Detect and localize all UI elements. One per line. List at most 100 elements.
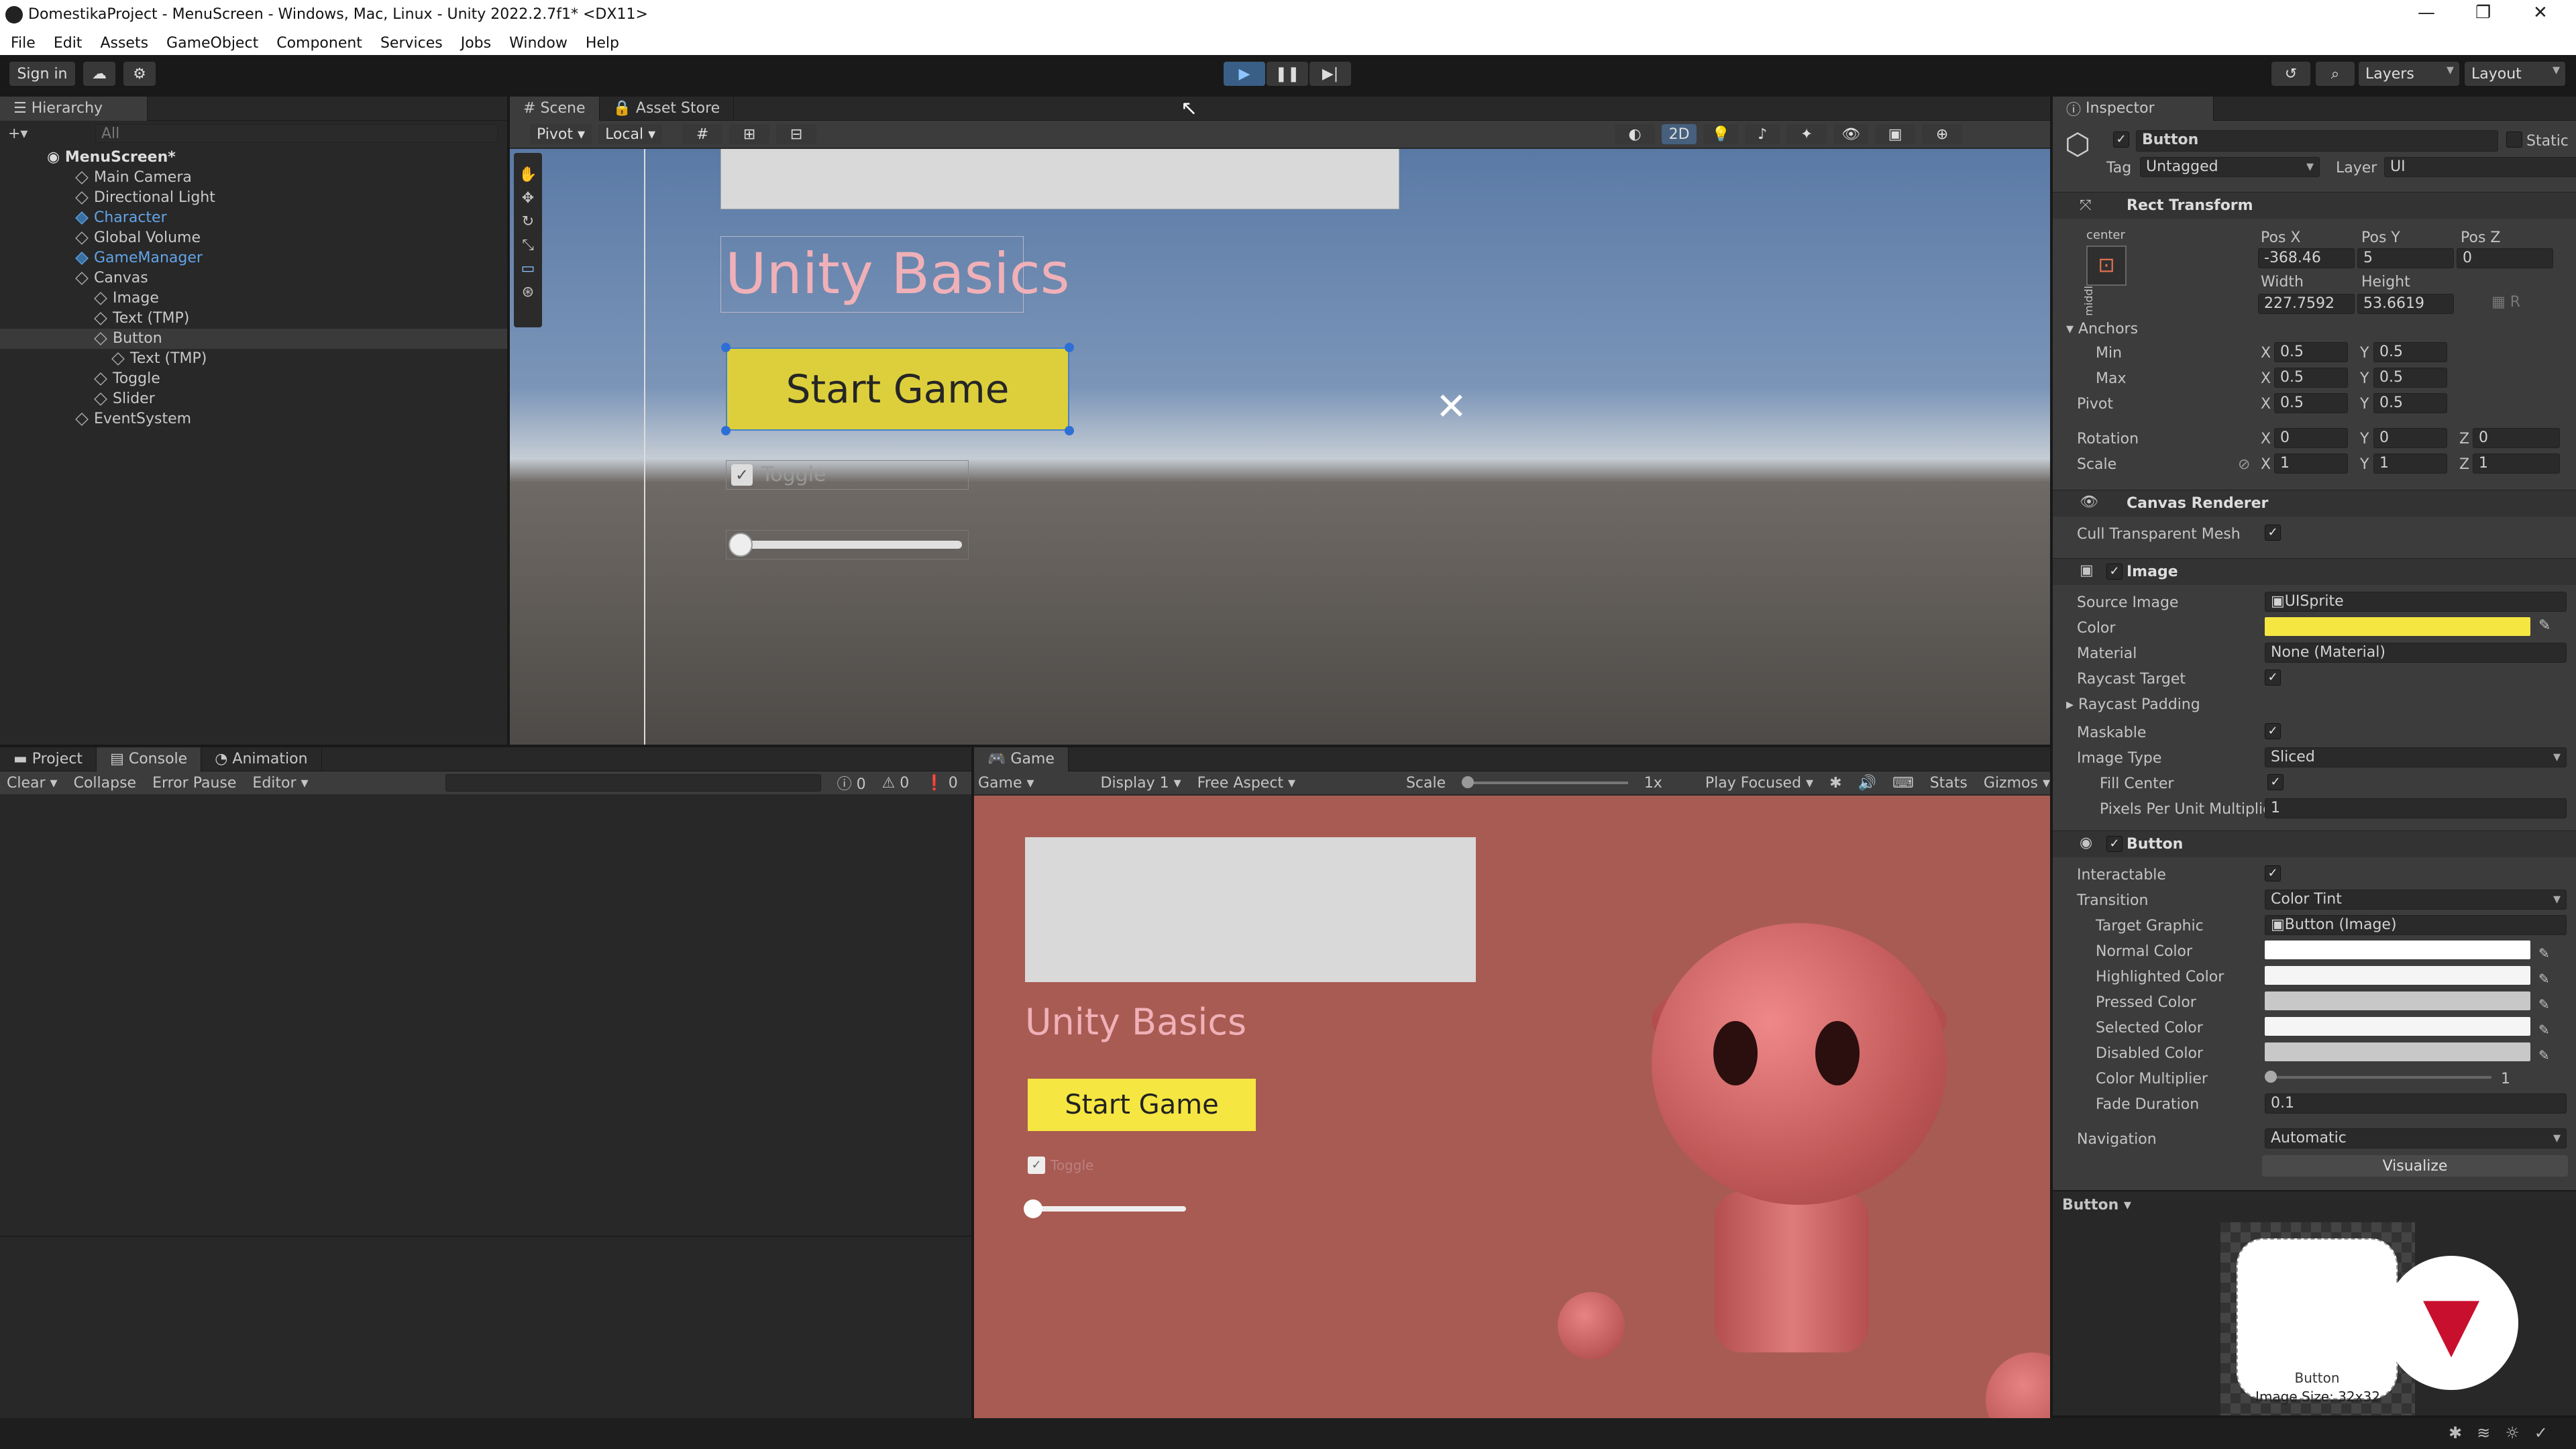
undo-history-icon[interactable]: ↺ [2271,62,2310,86]
scale-tool-icon[interactable]: ⤡ [522,237,534,254]
menu-edit[interactable]: Edit [54,35,83,52]
object-name-field[interactable]: Button [2136,130,2498,152]
button-enabled-checkbox[interactable]: ✓ [2106,836,2123,852]
stats-button[interactable]: Stats [1930,775,1968,792]
clear-button[interactable]: Clear ▾ [7,775,58,792]
tab-animation[interactable]: ◔ Animation [201,747,322,771]
interactable-checkbox[interactable]: ✓ [2265,865,2281,881]
tab-scene[interactable]: # Scene [510,96,600,121]
step-button[interactable]: ▶| [1309,62,1351,86]
mode-2d-button[interactable]: 2D [1662,124,1697,144]
move-tool-icon[interactable]: ✥ [522,190,534,207]
visualize-button[interactable]: Visualize [2262,1155,2568,1177]
gizmos-icon[interactable]: ⊕ [1922,124,1963,144]
color-multiplier-handle[interactable] [2265,1071,2277,1083]
list-item[interactable]: Canvas [0,268,507,288]
ruler-icon[interactable]: ⊟ [776,124,817,144]
scale-z-field[interactable]: 1 [2473,453,2560,474]
blueprint-icon[interactable]: ▦ R [2491,294,2520,311]
editor-dropdown[interactable]: Editor ▾ [252,775,308,792]
max-x-field[interactable]: 0.5 [2274,368,2348,388]
bug-icon[interactable]: ✱ [1829,775,1841,792]
pivot-y-field[interactable]: 0.5 [2373,393,2447,413]
min-x-field[interactable]: 0.5 [2274,342,2348,362]
layout-dropdown[interactable]: Layout [2465,62,2565,86]
menu-gameobject[interactable]: GameObject [166,35,258,52]
collab-icon[interactable]: ⚙ [123,62,156,86]
scale-slider[interactable] [1462,776,1628,788]
selection-handle[interactable] [721,426,731,435]
static-checkbox[interactable] [2506,131,2522,148]
normal-color-swatch[interactable] [2265,941,2530,959]
layer-dropdown[interactable]: UI [2384,157,2576,177]
light-icon[interactable]: ☼ [2505,1424,2520,1442]
scene-start-button[interactable]: Start Game [726,347,1069,431]
scene-root[interactable]: ◉ MenuScreen* [0,148,507,168]
color-multiplier-slider[interactable] [2270,1076,2491,1079]
active-checkbox[interactable]: ✓ [2113,131,2129,148]
pivot-dropdown[interactable]: Pivot ▾ [530,124,592,144]
transition-dropdown[interactable]: Color Tint [2265,890,2567,910]
cull-mesh-checkbox[interactable]: ✓ [2265,525,2281,541]
list-item[interactable]: Toggle [0,369,507,389]
min-y-field[interactable]: 0.5 [2373,342,2447,362]
menu-file[interactable]: File [11,35,36,52]
source-image-field[interactable]: ▣UISprite [2265,592,2567,612]
add-icon[interactable]: +▾ [8,125,35,142]
scene-viewport[interactable]: Unity Basics Start Game Toggle ✓ ✕ [510,149,2050,745]
menu-services[interactable]: Services [380,35,443,52]
list-item[interactable]: Text (TMP) [0,309,507,329]
image-header[interactable]: Image [2053,558,2576,585]
tag-dropdown[interactable]: Untagged [2140,157,2320,177]
eyedropper-icon[interactable]: ✎ [2538,617,2551,634]
game-start-button[interactable]: Start Game [1028,1079,1256,1131]
maskable-checkbox[interactable]: ✓ [2265,723,2281,739]
effects-icon[interactable]: ✦ [1786,124,1827,144]
eyedropper-icon[interactable]: ✎ ✎ ✎ ✎ ✎ [2538,941,2550,1068]
disabled-color-swatch[interactable] [2265,1042,2530,1061]
raycast-padding-foldout[interactable]: ▸ Raycast Padding [2066,696,2200,713]
fade-duration-field[interactable]: 0.1 [2265,1093,2567,1114]
list-item[interactable]: GameManager [0,248,507,268]
pause-button[interactable]: ❚❚ [1267,62,1308,86]
image-type-dropdown[interactable]: Sliced [2265,747,2567,767]
color-swatch[interactable] [2265,617,2530,636]
pressed-color-swatch[interactable] [2265,991,2530,1010]
bug-icon[interactable]: ✱ [2449,1424,2462,1442]
scene-toggle[interactable]: Toggle [726,460,969,490]
transform-tool-icon[interactable]: ⊛ [522,284,534,301]
search-icon[interactable]: ⌕ [2316,62,2355,86]
scale-slider-handle[interactable] [1462,776,1474,788]
list-item-selected[interactable]: Button [0,329,507,349]
local-dropdown[interactable]: Local ▾ [598,124,663,144]
scale-x-field[interactable]: 1 [2274,453,2348,474]
mute-icon[interactable]: 🔊 [1858,775,1876,792]
list-item[interactable]: Main Camera [0,168,507,188]
hand-tool-icon[interactable]: ✋ [519,166,537,183]
anchor-preset-button[interactable]: ⊡ [2086,246,2127,286]
game-mode-dropdown[interactable]: Game ▾ [978,775,1085,792]
rotate-tool-icon[interactable]: ↻ [522,213,534,230]
pivot-x-field[interactable]: 0.5 [2274,393,2348,413]
raycast-target-checkbox[interactable]: ✓ [2265,669,2281,686]
rot-x-field[interactable]: 0 [2274,428,2348,448]
list-item[interactable]: Character [0,208,507,228]
list-item[interactable]: Image [0,288,507,309]
menu-jobs[interactable]: Jobs [461,35,491,52]
display-dropdown[interactable]: Display 1 ▾ [1101,775,1181,792]
link-scale-icon[interactable]: ⊘ [2238,456,2250,473]
navigation-dropdown[interactable]: Automatic [2265,1128,2567,1148]
shading-mode-icon[interactable]: ◐ [1615,124,1656,144]
rect-tool-icon[interactable]: ▭ [521,260,535,277]
snap-increment-icon[interactable]: ⊞ [729,124,770,144]
max-y-field[interactable]: 0.5 [2373,368,2447,388]
tab-game[interactable]: 🎮 Game [974,747,1069,771]
menu-component[interactable]: Component [276,35,362,52]
menu-assets[interactable]: Assets [100,35,148,52]
height-field[interactable]: 53.6619 [2357,294,2454,314]
width-field[interactable]: 227.7592 [2258,294,2355,314]
list-item[interactable]: EventSystem [0,409,507,429]
console-search-input[interactable] [445,774,821,792]
tab-project[interactable]: ▬ Project [0,747,97,771]
aspect-dropdown[interactable]: Free Aspect ▾ [1197,775,1390,792]
